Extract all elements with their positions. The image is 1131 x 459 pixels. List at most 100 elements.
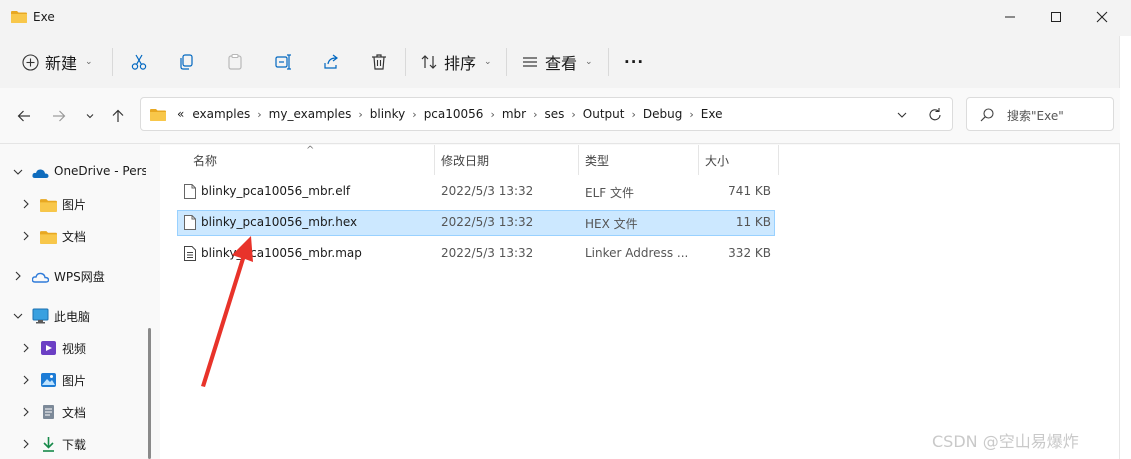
refresh-icon[interactable] xyxy=(926,106,944,124)
chevron-right-icon[interactable]: › xyxy=(355,108,365,121)
search-icon xyxy=(980,108,994,122)
delete-button[interactable] xyxy=(370,44,388,80)
forward-button[interactable] xyxy=(47,104,71,128)
video-icon xyxy=(41,341,56,355)
chevron-down-icon[interactable] xyxy=(894,107,910,123)
breadcrumb-item[interactable]: my_examples xyxy=(265,107,356,121)
file-row[interactable]: blinky_pca10056_mbr.elf 2022/5/3 13:32 E… xyxy=(177,179,775,205)
file-list: ^ 名称 修改日期 类型 大小 blinky_pca10056_mbr.elf … xyxy=(160,145,1119,459)
file-name: blinky_pca10056_mbr.map xyxy=(201,246,362,260)
nav-item-pictures[interactable]: 图片 xyxy=(0,189,146,219)
address-bar[interactable]: « examples › my_examples › blinky › pca1005… xyxy=(140,97,953,131)
minimize-button[interactable] xyxy=(987,0,1033,34)
folder-icon xyxy=(40,231,57,244)
file-explorer-window: Exe 新建 ⌄ 排序 ⌄ 查看 ⌄ ··· « examples › my_e… xyxy=(0,0,1131,459)
back-button[interactable] xyxy=(12,104,36,128)
chevron-right-icon[interactable]: › xyxy=(628,108,638,121)
arrow-left-icon xyxy=(17,110,30,122)
plus-circle-icon xyxy=(22,53,39,71)
nav-item-videos[interactable]: 视频 xyxy=(0,333,146,363)
column-header-size[interactable]: 大小 xyxy=(705,152,729,178)
maximize-icon xyxy=(1051,12,1061,22)
nav-item-pc-documents[interactable]: 文档 xyxy=(0,397,146,427)
share-button[interactable] xyxy=(322,44,340,80)
nav-scrollbar[interactable] xyxy=(148,328,151,459)
sort-label: 排序 xyxy=(444,54,477,73)
share-icon xyxy=(324,54,338,69)
chevron-right-icon[interactable]: › xyxy=(686,108,696,121)
document-icon xyxy=(43,405,54,419)
chevron-down-icon xyxy=(13,169,23,175)
breadcrumb-item[interactable]: blinky xyxy=(366,107,410,121)
file-date: 2022/5/3 13:32 xyxy=(441,184,534,198)
copy-button[interactable] xyxy=(178,44,196,80)
more-icon: ··· xyxy=(624,53,645,71)
column-divider[interactable] xyxy=(698,145,699,175)
nav-item-label: 图片 xyxy=(62,198,87,212)
chevron-right-icon[interactable]: › xyxy=(254,108,264,121)
breadcrumb-overflow[interactable]: « xyxy=(173,107,188,121)
view-label: 查看 xyxy=(545,54,578,73)
file-type: HEX 文件 xyxy=(585,217,638,231)
breadcrumb: « examples › my_examples › blinky › pca1005… xyxy=(173,107,726,121)
column-divider[interactable] xyxy=(434,145,435,175)
column-header-type[interactable]: 类型 xyxy=(585,152,609,178)
file-row[interactable]: blinky_pca10056_mbr.hex 2022/5/3 13:32 H… xyxy=(177,210,775,236)
toolbar-divider xyxy=(608,48,609,76)
sort-icon xyxy=(421,55,437,69)
breadcrumb-item[interactable]: examples xyxy=(188,107,254,121)
search-placeholder: 搜索"Exe" xyxy=(1007,109,1064,123)
close-button[interactable] xyxy=(1079,0,1125,34)
chevron-right-icon[interactable]: › xyxy=(568,108,578,121)
chevron-right-icon xyxy=(23,439,29,449)
chevron-right-icon[interactable]: › xyxy=(409,108,419,121)
arrow-up-icon xyxy=(112,109,124,122)
nav-item-pc-pictures[interactable]: 图片 xyxy=(0,365,146,395)
nav-item-this-pc[interactable]: 此电脑 xyxy=(0,301,146,331)
column-header-name[interactable]: 名称 xyxy=(193,152,217,178)
maximize-button[interactable] xyxy=(1033,0,1079,34)
nav-item-onedrive[interactable]: OneDrive - Pers xyxy=(0,157,146,187)
file-icon xyxy=(184,184,196,199)
new-button[interactable]: 新建 ⌄ xyxy=(22,44,93,80)
nav-item-documents[interactable]: 文档 xyxy=(0,221,146,251)
file-date: 2022/5/3 13:32 xyxy=(441,215,534,229)
rename-button[interactable] xyxy=(274,44,292,80)
nav-item-label: WPS网盘 xyxy=(54,270,105,284)
more-button[interactable]: ··· xyxy=(624,44,644,80)
chevron-right-icon[interactable]: › xyxy=(530,108,540,121)
file-type: Linker Address ... xyxy=(585,246,689,260)
breadcrumb-item[interactable]: Debug xyxy=(639,107,686,121)
column-divider[interactable] xyxy=(778,145,779,175)
breadcrumb-item[interactable]: mbr xyxy=(498,107,530,121)
file-size: 332 KB xyxy=(728,246,771,260)
breadcrumb-item[interactable]: Exe xyxy=(697,107,727,121)
nav-item-label: 此电脑 xyxy=(54,310,91,324)
sort-button[interactable]: 排序 ⌄ xyxy=(420,44,492,80)
recent-locations-button[interactable] xyxy=(78,104,102,128)
breadcrumb-item[interactable]: pca10056 xyxy=(420,107,488,121)
view-button[interactable]: 查看 ⌄ xyxy=(521,44,593,80)
file-row[interactable]: blinky_pca10056_mbr.map 2022/5/3 13:32 L… xyxy=(177,241,775,267)
new-label: 新建 xyxy=(45,54,78,73)
paste-button[interactable] xyxy=(226,44,244,80)
cut-button[interactable] xyxy=(130,44,148,80)
chevron-right-icon[interactable]: › xyxy=(487,108,497,121)
breadcrumb-item[interactable]: Output xyxy=(579,107,629,121)
nav-item-label: 视频 xyxy=(62,342,87,356)
file-name: blinky_pca10056_mbr.elf xyxy=(201,184,351,198)
column-divider[interactable] xyxy=(578,145,579,175)
nav-item-downloads[interactable]: 下载 xyxy=(0,429,146,459)
column-header-date[interactable]: 修改日期 xyxy=(441,152,489,178)
image-icon xyxy=(41,373,56,387)
nav-item-wps-cloud[interactable]: WPS网盘 xyxy=(0,261,146,291)
chevron-right-icon xyxy=(23,375,29,385)
close-icon xyxy=(1096,11,1108,23)
up-button[interactable] xyxy=(106,104,130,128)
breadcrumb-item[interactable]: ses xyxy=(541,107,569,121)
search-input[interactable]: 搜索"Exe" xyxy=(966,97,1114,131)
window-title: Exe xyxy=(33,10,55,24)
address-row: « examples › my_examples › blinky › pca1005… xyxy=(0,88,1120,144)
cloud-icon xyxy=(32,169,49,178)
nav-item-label: 图片 xyxy=(62,374,87,388)
